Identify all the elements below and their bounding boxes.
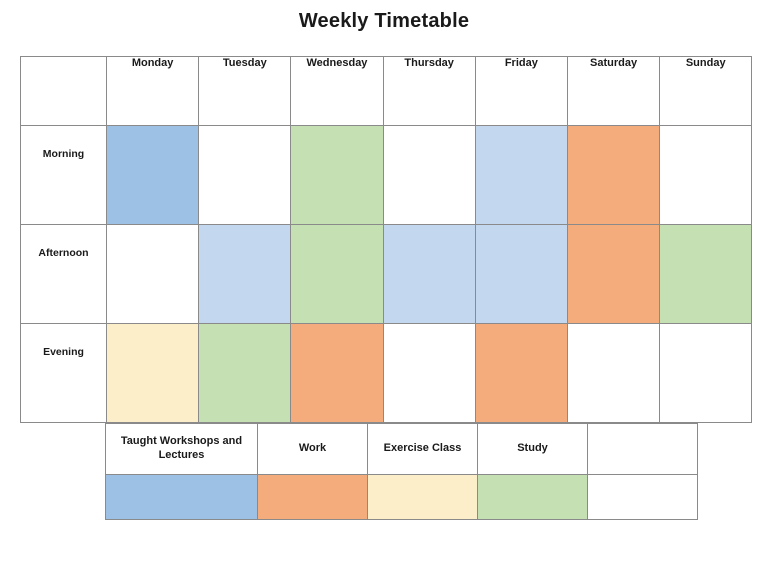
timetable-row-afternoon: Afternoon <box>20 224 753 324</box>
page-title: Weekly Timetable <box>298 10 470 32</box>
legend-swatch-empty <box>587 474 698 520</box>
legend-swatch-study <box>477 474 588 520</box>
timetable-row-morning: Morning <box>20 125 753 225</box>
timetable-header-row: Monday Tuesday Wednesday Thursday Friday… <box>20 56 753 126</box>
column-header-monday: Monday <box>105 56 200 126</box>
cell-afternoon-thursday[interactable] <box>382 224 476 324</box>
legend-swatch-exercise-class <box>367 474 478 520</box>
legend-label-taught-workshops-and-lectures: Taught Workshops and Lectures <box>105 423 258 475</box>
column-header-friday: Friday <box>474 56 568 126</box>
column-header-sunday: Sunday <box>659 56 753 126</box>
timetable-corner-cell <box>20 56 107 126</box>
column-header-thursday: Thursday <box>382 56 476 126</box>
cell-afternoon-wednesday[interactable] <box>290 224 384 324</box>
row-header-afternoon: Afternoon <box>20 224 107 324</box>
legend-swatch-taught-workshops-and-lectures <box>105 474 258 520</box>
legend-label-study: Study <box>477 423 588 475</box>
row-header-evening: Evening <box>20 323 107 423</box>
cell-evening-thursday[interactable] <box>382 323 476 423</box>
timetable-legend: Taught Workshops and Lectures Work Exerc… <box>105 423 698 520</box>
legend-swatch-row <box>105 474 698 520</box>
legend-label-empty <box>587 423 698 475</box>
timetable-grid: Monday Tuesday Wednesday Thursday Friday… <box>20 56 753 423</box>
cell-evening-saturday[interactable] <box>566 323 661 423</box>
weekly-timetable: Monday Tuesday Wednesday Thursday Friday… <box>20 56 753 423</box>
column-header-tuesday: Tuesday <box>198 56 292 126</box>
cell-evening-wednesday[interactable] <box>290 323 384 423</box>
legend-label-row: Taught Workshops and Lectures Work Exerc… <box>105 423 698 475</box>
row-header-morning: Morning <box>20 125 107 225</box>
cell-morning-wednesday[interactable] <box>290 125 384 225</box>
timetable-row-evening: Evening <box>20 323 753 423</box>
cell-evening-tuesday[interactable] <box>198 323 292 423</box>
cell-morning-monday[interactable] <box>105 125 200 225</box>
cell-afternoon-tuesday[interactable] <box>198 224 292 324</box>
legend-swatch-work <box>257 474 368 520</box>
cell-morning-tuesday[interactable] <box>198 125 292 225</box>
cell-afternoon-monday[interactable] <box>105 224 200 324</box>
legend-label-exercise-class: Exercise Class <box>367 423 478 475</box>
cell-afternoon-friday[interactable] <box>474 224 568 324</box>
cell-evening-monday[interactable] <box>105 323 200 423</box>
legend-label-work: Work <box>257 423 368 475</box>
cell-evening-sunday[interactable] <box>659 323 753 423</box>
cell-afternoon-sunday[interactable] <box>659 224 753 324</box>
cell-morning-saturday[interactable] <box>566 125 661 225</box>
cell-evening-friday[interactable] <box>474 323 568 423</box>
column-header-wednesday: Wednesday <box>290 56 384 126</box>
cell-morning-thursday[interactable] <box>382 125 476 225</box>
column-header-saturday: Saturday <box>566 56 661 126</box>
cell-afternoon-saturday[interactable] <box>566 224 661 324</box>
cell-morning-sunday[interactable] <box>659 125 753 225</box>
cell-morning-friday[interactable] <box>474 125 568 225</box>
legend-table: Taught Workshops and Lectures Work Exerc… <box>105 423 698 520</box>
